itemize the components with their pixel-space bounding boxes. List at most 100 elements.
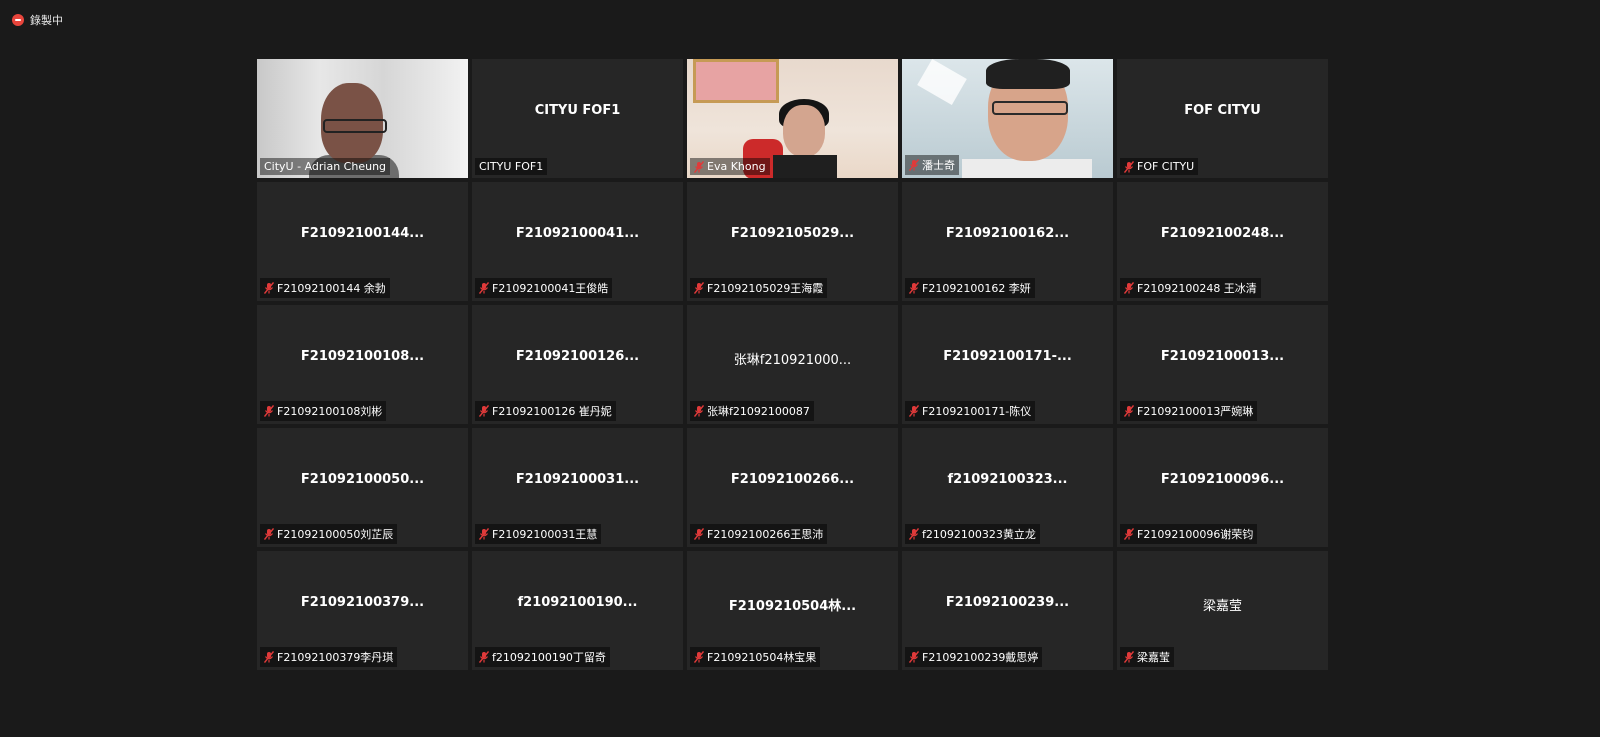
participant-tile[interactable]: F21092100041... F21092100041王俊皓 <box>472 182 683 301</box>
participant-name-label: 梁嘉莹 <box>1120 647 1174 667</box>
participant-name: F21092100050刘芷辰 <box>277 528 394 541</box>
participant-name: F21092100266王思沛 <box>707 528 824 541</box>
mic-muted-icon <box>1124 160 1134 173</box>
mic-muted-icon <box>264 651 274 663</box>
participant-tile[interactable]: F21092100144... F21092100144 余勃 <box>257 182 468 301</box>
participant-name: F2109210504林宝果 <box>707 651 817 664</box>
mic-muted-icon <box>479 405 489 417</box>
participant-tile[interactable]: F2109210504林... F2109210504林宝果 <box>687 551 898 670</box>
participant-display-name: F21092100108... <box>300 349 425 364</box>
participant-tile[interactable]: F21092100248... F21092100248 王冰清 <box>1117 182 1328 301</box>
participant-name-label: F21092100162 李妍 <box>905 278 1035 298</box>
participant-name: f21092100190丁留奇 <box>492 651 606 664</box>
participant-name-label: f21092100323黄立龙 <box>905 524 1040 544</box>
participant-name: F21092100239戴思婷 <box>922 651 1039 664</box>
participant-name-label: 张琳f21092100087 <box>690 401 814 421</box>
participant-display-name: F21092100096... <box>1160 472 1285 487</box>
participant-name-label: F21092100248 王冰清 <box>1120 278 1261 298</box>
mic-muted-icon <box>1124 651 1134 663</box>
participant-tile[interactable]: F21092100171-... F21092100171-陈仪 <box>902 305 1113 424</box>
participant-tile[interactable]: Eva Khong <box>687 59 898 178</box>
participant-display-name: F21092100162... <box>945 226 1070 241</box>
mic-muted-icon <box>479 282 489 294</box>
mic-muted-icon <box>909 282 919 294</box>
participant-name: F21092100013严婉琳 <box>1137 405 1254 418</box>
participant-tile[interactable]: f21092100323... f21092100323黄立龙 <box>902 428 1113 547</box>
participant-display-name: CITYU FOF1 <box>534 103 621 118</box>
participant-tile[interactable]: CityU - Adrian Cheung <box>257 59 468 178</box>
participant-name: F21092105029王海霞 <box>707 282 824 295</box>
participant-display-name: F21092100239... <box>945 595 1070 610</box>
mic-muted-icon <box>909 651 919 663</box>
participant-name: 张琳f21092100087 <box>707 405 810 418</box>
participant-tile[interactable]: F21092100379... F21092100379李丹琪 <box>257 551 468 670</box>
participant-display-name: F21092100126... <box>515 349 640 364</box>
participant-name-label: 潘士奇 <box>905 155 959 175</box>
participant-tile[interactable]: 潘士奇 <box>902 59 1113 178</box>
mic-muted-icon <box>694 160 704 173</box>
record-icon <box>12 14 24 26</box>
mic-muted-icon <box>909 405 919 417</box>
participant-tile[interactable]: F21092100108... F21092100108刘彬 <box>257 305 468 424</box>
participant-name-label: CITYU FOF1 <box>475 158 548 175</box>
participant-name-label: Eva Khong <box>690 158 770 175</box>
participant-name: F21092100041王俊皓 <box>492 282 609 295</box>
participant-tile[interactable]: CITYU FOF1 CITYU FOF1 <box>472 59 683 178</box>
participant-name: F21092100108刘彬 <box>277 405 383 418</box>
participant-display-name: F21092100266... <box>730 472 855 487</box>
mic-muted-icon <box>1124 282 1134 294</box>
participant-name: F21092100126 崔丹妮 <box>492 405 612 418</box>
participant-tile[interactable]: F21092100013... F21092100013严婉琳 <box>1117 305 1328 424</box>
participant-tile[interactable]: F21092100050... F21092100050刘芷辰 <box>257 428 468 547</box>
mic-muted-icon <box>264 528 274 540</box>
participant-name: F21092100248 王冰清 <box>1137 282 1257 295</box>
participant-display-name: f21092100323... <box>947 472 1068 487</box>
participant-display-name: F21092100379... <box>300 595 425 610</box>
participant-name-label: CityU - Adrian Cheung <box>260 158 391 175</box>
participant-name-label: F21092100031王慧 <box>475 524 602 544</box>
recording-label: 錄製中 <box>30 14 63 27</box>
participant-display-name: F21092100031... <box>515 472 640 487</box>
participant-tile[interactable]: F21092100031... F21092100031王慧 <box>472 428 683 547</box>
participant-display-name: F21092100050... <box>300 472 425 487</box>
participant-name: F21092100379李丹琪 <box>277 651 394 664</box>
mic-muted-icon <box>694 651 704 663</box>
participant-tile[interactable]: F21092105029... F21092105029王海霞 <box>687 182 898 301</box>
mic-muted-icon <box>479 528 489 540</box>
participant-name: F21092100096谢荣钧 <box>1137 528 1254 541</box>
mic-muted-icon <box>694 528 704 540</box>
participant-name-label: F21092105029王海霞 <box>690 278 828 298</box>
participant-tile[interactable]: FOF CITYU FOF CITYU <box>1117 59 1328 178</box>
participant-tile[interactable]: F21092100126... F21092100126 崔丹妮 <box>472 305 683 424</box>
participant-name-label: f21092100190丁留奇 <box>475 647 610 667</box>
participant-name: F21092100162 李妍 <box>922 282 1031 295</box>
participant-tile[interactable]: F21092100096... F21092100096谢荣钧 <box>1117 428 1328 547</box>
participant-display-name: F21092100248... <box>1160 226 1285 241</box>
participant-name-label: F21092100171-陈仪 <box>905 401 1036 421</box>
participant-tile[interactable]: F21092100162... F21092100162 李妍 <box>902 182 1113 301</box>
participant-name: FOF CITYU <box>1137 160 1195 173</box>
participant-tile[interactable]: F21092100239... F21092100239戴思婷 <box>902 551 1113 670</box>
mic-muted-icon <box>1124 405 1134 417</box>
mic-muted-icon <box>479 651 489 663</box>
participant-name-label: FOF CITYU <box>1120 158 1199 175</box>
participant-name: CITYU FOF1 <box>479 160 544 173</box>
participant-name: CityU - Adrian Cheung <box>264 160 387 173</box>
participant-display-name: F2109210504林... <box>728 599 857 614</box>
mic-muted-icon <box>694 405 704 417</box>
participant-name-label: F21092100239戴思婷 <box>905 647 1043 667</box>
participant-name: F21092100171-陈仪 <box>922 405 1032 418</box>
participant-tile[interactable]: f21092100190... f21092100190丁留奇 <box>472 551 683 670</box>
participant-grid: CityU - Adrian Cheung CITYU FOF1 CITYU FOF… <box>257 59 1328 670</box>
participant-name: F21092100144 余勃 <box>277 282 386 295</box>
participant-tile[interactable]: F21092100266... F21092100266王思沛 <box>687 428 898 547</box>
mic-muted-icon <box>694 282 704 294</box>
recording-indicator[interactable]: 錄製中 <box>12 12 63 28</box>
participant-display-name: F21092100171-... <box>943 349 1072 364</box>
participant-name-label: F21092100126 崔丹妮 <box>475 401 616 421</box>
participant-tile[interactable]: 梁嘉莹 梁嘉莹 <box>1117 551 1328 670</box>
participant-display-name: F21092105029... <box>730 226 855 241</box>
participant-tile[interactable]: 张琳f210921000... 张琳f21092100087 <box>687 305 898 424</box>
participant-name-label: F21092100144 余勃 <box>260 278 390 298</box>
participant-display-name: F21092100041... <box>515 226 640 241</box>
